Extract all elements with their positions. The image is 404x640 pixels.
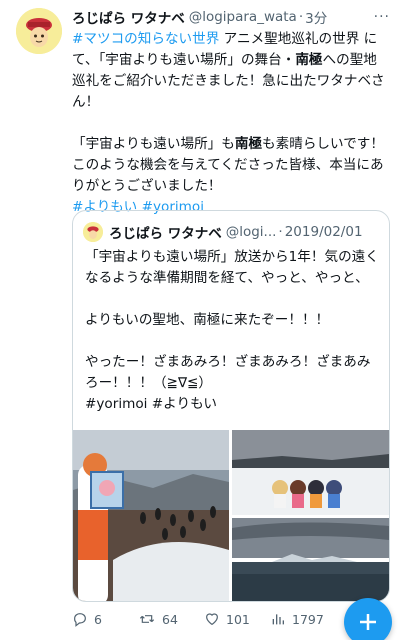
quoted-tweet[interactable]: ろじぱら ワタナベ @logi... · 2019/02/01 「宇宙よりも遠い… (72, 210, 390, 602)
media-grid (73, 430, 389, 601)
quote-line: よりもいの聖地、南極に来たぞー！！！ (85, 312, 330, 328)
tweet-text: #マツコの知らない世界 アニメ聖地巡礼の世界 にて、「宇宙よりも遠い場所」の舞台… (72, 29, 390, 218)
display-name[interactable]: ろじぱら ワタナベ (72, 7, 185, 27)
retweet-button[interactable]: 64 (138, 611, 204, 627)
photo-antarctic-sea[interactable] (232, 518, 389, 601)
reply-count: 6 (94, 611, 102, 627)
compose-button[interactable] (344, 598, 392, 640)
photo-penguins[interactable] (73, 430, 229, 601)
bold-text: 南極 (295, 52, 323, 68)
separator: · (298, 9, 304, 25)
tweet[interactable]: ろじぱら ワタナベ @logipara_wata · 3分 ··· #マツコの知… (0, 0, 404, 640)
reply-icon (74, 613, 86, 627)
retweet-count: 64 (162, 611, 178, 627)
views-icon (272, 614, 284, 625)
tweet-content: ろじぱら ワタナベ @logipara_wata · 3分 ··· #マツコの知… (72, 6, 390, 218)
quote-line: やったー！ざまあみろ！ざまあみろ！ざまあみろー！！！（≧∇≦） (85, 354, 371, 391)
timestamp[interactable]: 3分 (305, 7, 327, 27)
like-button[interactable]: 101 (204, 611, 270, 627)
paragraph-2: 「宇宙よりも遠い場所」も南極も素晴らしいです！このような機会を与えてくださった皆… (72, 134, 390, 197)
quote-header: ろじぱら ワタナベ @logi... · 2019/02/01 (73, 211, 389, 243)
like-count: 101 (226, 611, 250, 627)
paragraph-1: #マツコの知らない世界 アニメ聖地巡礼の世界 にて、「宇宙よりも遠い場所」の舞台… (72, 29, 390, 113)
reply-button[interactable]: 6 (72, 611, 138, 627)
quote-avatar (83, 222, 103, 242)
more-icon[interactable]: ··· (374, 9, 390, 25)
quote-handle: @logi... (225, 224, 277, 240)
quote-display-name: ろじぱら ワタナベ (109, 226, 222, 242)
text-segment: 「宇宙よりも遠い場所」も (72, 136, 235, 152)
hashtag-link[interactable]: #マツコの知らない世界 (72, 31, 219, 47)
heart-icon (206, 613, 218, 626)
retweet-icon (139, 615, 155, 623)
bold-text: 南極 (234, 136, 263, 152)
quote-hashtags: #yorimoi #よりもい (85, 396, 217, 412)
quote-text: 「宇宙よりも遠い場所」放送から1年！気の遠くなるような準備期間を経て、やっと、や… (73, 243, 389, 415)
separator: · (278, 224, 283, 240)
views-count: 1797 (292, 611, 324, 627)
avatar[interactable] (16, 8, 62, 54)
views-button[interactable]: 1797 (270, 611, 336, 627)
plus-icon (360, 614, 376, 630)
handle[interactable]: @logipara_wata (189, 9, 297, 25)
quote-date: 2019/02/01 (284, 224, 363, 240)
tweet-header: ろじぱら ワタナベ @logipara_wata · 3分 ··· (72, 6, 390, 28)
quote-line: 「宇宙よりも遠い場所」放送から1年！気の遠くなるような準備期間を経て、やっと、や… (85, 249, 379, 286)
photo-figures-on-snow[interactable] (232, 430, 389, 515)
